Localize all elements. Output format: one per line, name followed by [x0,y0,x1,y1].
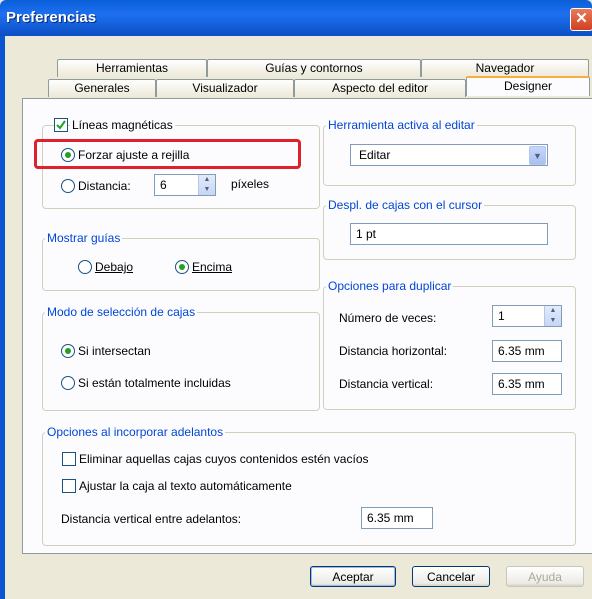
cursor-move-input[interactable]: 1 pt [350,223,548,245]
checkmark-icon [56,120,66,130]
fully-included-label: Si están totalmente incluidas [78,376,231,390]
cancel-button[interactable]: Cancelar [412,566,490,587]
active-tool-dropdown[interactable]: Editar ▼ [350,144,548,166]
times-label: Número de veces: [339,311,437,325]
selection-mode-title: Modo de selección de cajas [45,305,198,319]
distance-stepper[interactable]: 6 ▲ ▼ [154,174,216,196]
spin-down-icon[interactable]: ▼ [545,316,561,326]
times-value: 1 [498,309,505,323]
advance-options-title: Opciones al incorporar adelantos [45,425,226,439]
fully-included-radio[interactable] [61,376,75,390]
tab-designer[interactable]: Designer [466,76,590,96]
tab-generales[interactable]: Generales [48,79,156,97]
remove-empty-label: Eliminar aquellas cajas cuyos contenidos… [79,452,369,466]
duplicate-options-title: Opciones para duplicar [326,279,454,293]
vdist-value: 6.35 mm [498,377,545,391]
tab-visualizador[interactable]: Visualizador [156,79,294,97]
cursor-move-title: Despl. de cajas con el cursor [326,198,485,212]
distance-spin-buttons[interactable]: ▲ ▼ [198,175,215,195]
magnetic-lines-label: Líneas magnéticas [70,118,175,132]
window-frame [0,36,5,599]
spin-up-icon[interactable]: ▲ [199,175,215,185]
accept-button[interactable]: Aceptar [310,566,396,587]
fit-text-label: Ajustar la caja al texto automáticamente [79,479,292,493]
hdist-label: Distancia horizontal: [339,344,448,358]
window-title: Preferencias [6,9,97,26]
advance-vdist-value: 6.35 mm [367,511,414,525]
hdist-input[interactable]: 6.35 mm [492,340,562,362]
close-icon[interactable]: ✕ [570,8,592,31]
active-tool-title: Herramienta activa al editar [326,118,477,132]
title-bar[interactable]: Preferencias ✕ [0,0,592,36]
vdist-label: Distancia vertical: [339,377,434,391]
guides-above-radio[interactable] [175,260,189,274]
advance-vdist-input[interactable]: 6.35 mm [361,507,433,529]
remove-empty-checkbox[interactable] [62,452,76,466]
magnetic-lines-checkbox[interactable] [54,118,68,132]
hdist-value: 6.35 mm [498,344,545,358]
tab-herramientas[interactable]: Herramientas [57,59,207,77]
vdist-input[interactable]: 6.35 mm [492,373,562,395]
pixels-label: píxeles [231,177,270,191]
guides-below-radio[interactable] [78,260,92,274]
help-button[interactable]: Ayuda [506,566,584,587]
distance-radio[interactable] [61,179,75,193]
guides-above-label: Encima [192,260,233,274]
chevron-down-icon[interactable]: ▼ [529,146,546,165]
guides-below-label: Debajo [95,260,134,274]
spin-down-icon[interactable]: ▼ [199,185,215,195]
tab-navegador[interactable]: Navegador [421,59,589,77]
cursor-move-value: 1 pt [356,227,377,241]
radio-selected-dot [65,348,71,354]
tab-aspecto-editor[interactable]: Aspecto del editor [294,79,466,97]
times-spin-buttons[interactable]: ▲ ▼ [544,306,561,326]
fit-text-checkbox[interactable] [62,479,76,493]
distance-label: Distancia: [78,179,131,193]
spin-up-icon[interactable]: ▲ [545,306,561,316]
intersect-radio[interactable] [61,344,75,358]
active-tool-value: Editar [359,148,391,162]
show-guides-title: Mostrar guías [45,231,123,245]
times-stepper[interactable]: 1 ▲ ▼ [492,305,562,327]
selection-mode-group [42,312,320,411]
preferences-dialog: Preferencias ✕ Herramientas Guías y cont… [0,0,592,599]
radio-selected-dot [179,264,185,270]
advance-vdist-label: Distancia vertical entre adelantos: [61,512,242,526]
intersect-label: Si intersectan [78,344,151,358]
tab-guias-contornos[interactable]: Guías y contornos [207,59,421,77]
highlight-box [34,139,301,169]
distance-value: 6 [160,178,167,192]
